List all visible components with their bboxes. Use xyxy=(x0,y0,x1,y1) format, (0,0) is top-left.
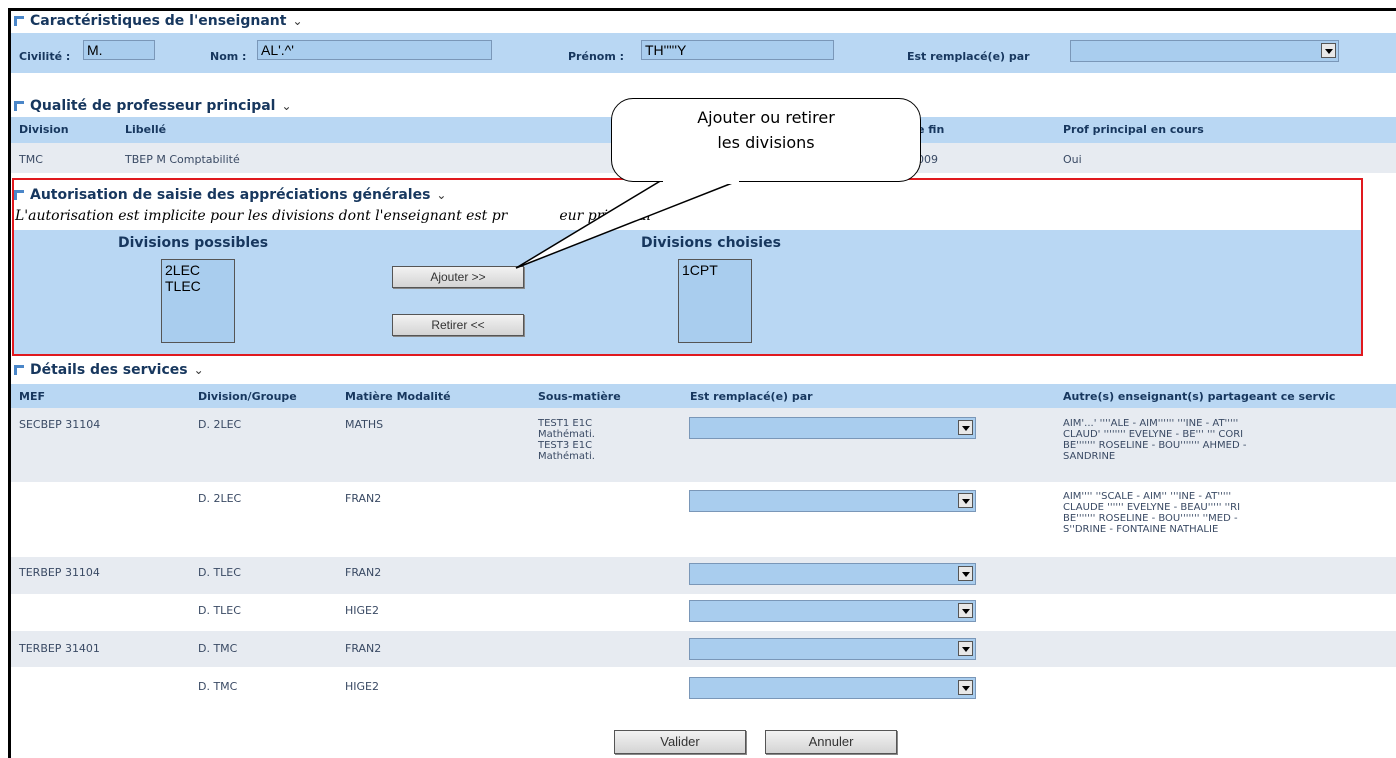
col-matiere: Matière Modalité xyxy=(345,390,451,403)
col-autres: Autre(s) enseignant(s) partageant ce ser… xyxy=(1063,390,1336,403)
row-matiere: FRAN2 xyxy=(345,566,382,579)
row-remplace-select[interactable] xyxy=(689,600,976,622)
callout-line2: les divisions xyxy=(717,133,815,152)
col-division: Division/Groupe xyxy=(198,390,297,403)
row-matiere: FRAN2 xyxy=(345,642,382,655)
row-autres: AIM'...' ''''ALE - AIM'''''' '''INE - AT… xyxy=(1063,418,1246,462)
services-title-text: Détails des services xyxy=(30,362,188,378)
autres-line: CLAUD' '''''''' EVELYNE - BE''' ''' CORI xyxy=(1063,429,1244,440)
dropdown-arrow-icon[interactable] xyxy=(958,493,973,508)
sous-line: TEST3 E1C xyxy=(538,440,593,451)
dropdown-arrow-icon[interactable] xyxy=(958,603,973,618)
callout-line1: Ajouter ou retirer xyxy=(697,108,835,127)
sous-line: TEST1 E1C xyxy=(538,418,593,429)
dropdown-arrow-icon[interactable] xyxy=(958,566,973,581)
col-mef: MEF xyxy=(19,390,45,403)
row-division: D. TMC xyxy=(198,680,238,693)
cancel-button[interactable]: Annuler xyxy=(765,730,897,754)
row-division: D. 2LEC xyxy=(198,492,242,505)
callout-join xyxy=(663,178,739,184)
row-sous-matiere: TEST1 E1C Mathémati. TEST3 E1C Mathémati… xyxy=(538,418,595,462)
row-matiere: MATHS xyxy=(345,418,384,431)
row-mef: TERBEP 31401 xyxy=(19,642,100,655)
autres-line: BE''''''' ROSELINE - BOU''''''' ''MED - xyxy=(1063,513,1238,524)
row-division: D. 2LEC xyxy=(198,418,242,431)
chevron-down-icon[interactable]: ⌄ xyxy=(194,363,204,377)
autres-line: CLAUDE '''''' EVELYNE - BEAU''''' ''RI xyxy=(1063,502,1241,513)
autres-line: BE''''''' ROSELINE - BOU''''''' AHMED - xyxy=(1063,440,1247,451)
row-mef: SECBEP 31104 xyxy=(19,418,101,431)
row-division: D. TLEC xyxy=(198,566,241,579)
row-matiere: HIGE2 xyxy=(345,604,379,617)
row-remplace-select[interactable] xyxy=(689,563,976,585)
callout-pointer-shape xyxy=(515,179,741,269)
row-remplace-select[interactable] xyxy=(689,638,976,660)
col-sous-matiere: Sous-matière xyxy=(538,390,621,403)
services-section-title: Détails des services ⌄ xyxy=(14,362,204,378)
row-division: D. TMC xyxy=(198,642,238,655)
sous-line: Mathémati. xyxy=(538,429,595,440)
row-matiere: FRAN2 xyxy=(345,492,382,505)
autres-line: AIM'''' ''SCALE - AIM'' '''INE - AT''''' xyxy=(1063,491,1232,502)
dropdown-arrow-icon[interactable] xyxy=(958,420,973,435)
autres-line: SANDRINE xyxy=(1063,451,1116,462)
autres-line: AIM'...' ''''ALE - AIM'''''' '''INE - AT… xyxy=(1063,418,1239,429)
callout-bubble: Ajouter ou retirer les divisions xyxy=(611,98,921,182)
row-mef: TERBEP 31104 xyxy=(19,566,100,579)
autres-line: S''DRINE - FONTAINE NATHALIE xyxy=(1063,524,1219,535)
dropdown-arrow-icon[interactable] xyxy=(958,641,973,656)
validate-button[interactable]: Valider xyxy=(614,730,746,754)
row-remplace-select[interactable] xyxy=(689,417,976,439)
sous-line: Mathémati. xyxy=(538,451,595,462)
row-remplace-select[interactable] xyxy=(689,677,976,699)
dropdown-arrow-icon[interactable] xyxy=(958,680,973,695)
row-remplace-select[interactable] xyxy=(689,490,976,512)
row-division: D. TLEC xyxy=(198,604,241,617)
section-square-icon xyxy=(14,365,24,375)
row-matiere: HIGE2 xyxy=(345,680,379,693)
col-remplace: Est remplacé(e) par xyxy=(690,390,813,403)
row-autres: AIM'''' ''SCALE - AIM'' '''INE - AT'''''… xyxy=(1063,491,1240,535)
